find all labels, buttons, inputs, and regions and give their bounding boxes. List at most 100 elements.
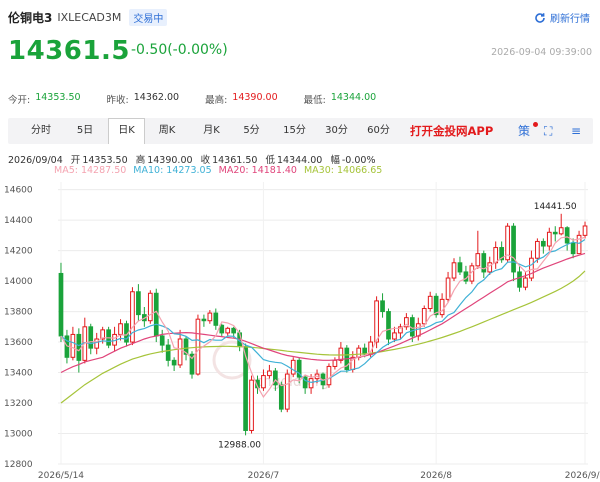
candle-body [475, 253, 481, 267]
y-tick-label: 13600 [4, 338, 33, 348]
tab-2[interactable]: 日K [108, 118, 145, 144]
candle-body [136, 291, 141, 316]
candle-body [290, 359, 296, 375]
candle-body [201, 318, 207, 322]
menu-icon[interactable]: ≡ [571, 118, 581, 144]
candle-body [165, 344, 171, 361]
instrument-code: IXLECAD3M [57, 10, 122, 24]
stat-label: 最低: [303, 95, 326, 106]
candle-body [267, 370, 272, 377]
stat-item: 昨收: 14362.00 [107, 92, 180, 106]
y-tick-label: 13400 [4, 369, 33, 379]
tab-0[interactable]: 分时 [23, 118, 59, 144]
candle-body [511, 225, 516, 273]
candle-body [546, 231, 552, 247]
candle-body [386, 311, 391, 340]
quote-header: 伦铜电3 IXLECAD3M 交易中 刷新行情 14361.5 -0.50(-0… [0, 0, 600, 80]
stat-value: 14353.50 [35, 92, 81, 103]
y-tick-label: 13000 [4, 430, 33, 440]
y-tick-label: 12800 [4, 460, 33, 470]
candle-body [332, 359, 338, 367]
candle-body [445, 277, 451, 300]
candle-body [439, 298, 445, 316]
tab-3[interactable]: 周K [148, 118, 186, 144]
annotation-label: 12988.00 [218, 440, 261, 450]
refresh-label: 刷新行情 [550, 14, 590, 25]
y-tick-label: 14600 [4, 186, 33, 196]
candle-body [380, 300, 385, 313]
candle-body [308, 378, 314, 389]
stat-value: 14390.00 [232, 92, 278, 103]
x-tick-label: 2026/8 [420, 471, 452, 481]
candle-body [529, 257, 534, 279]
instrument-name: 伦铜电3 [8, 10, 53, 25]
price-change: -0.50(-0.00%) [131, 42, 228, 58]
fullscreen-icon[interactable]: ⛶ [544, 118, 552, 144]
ohlc-readout: 2026/09/04 开 14353.50 高 14390.00 收 14361.50… [8, 152, 380, 166]
candle-body [487, 262, 493, 273]
candle-body [493, 247, 499, 264]
stat-item: 最低: 14344.00 [304, 92, 377, 106]
candle-body [326, 365, 332, 386]
strategy-button[interactable]: 策 [518, 118, 530, 144]
ma-legend-item: MA10: 14273.05 [133, 165, 212, 176]
annotation-label: 14441.50 [534, 202, 577, 212]
refresh-button[interactable]: 刷新行情 [534, 10, 590, 25]
candle-body [70, 333, 76, 358]
tab-4[interactable]: 月K [193, 118, 230, 144]
candle-body [338, 347, 344, 361]
y-tick-label: 14200 [4, 247, 33, 257]
refresh-icon [535, 12, 545, 23]
candle-body [249, 379, 254, 431]
candle-body [451, 262, 457, 279]
stats-row: 今开: 14353.50 昨收: 14362.00 最高: 14390.00 最低: 1434… [8, 92, 592, 106]
candle-body [213, 312, 219, 326]
stat-item: 最高: 14390.00 [205, 92, 278, 106]
candle-body [457, 262, 463, 273]
candle-body [582, 225, 588, 236]
candle-body [177, 338, 183, 366]
open-app-link[interactable]: 打开金投网APP [410, 118, 493, 144]
tab-8[interactable]: 60分 [360, 118, 397, 144]
candle-body [118, 323, 123, 335]
candle-body [207, 312, 213, 322]
title-row: 伦铜电3 IXLECAD3M 交易中 [8, 8, 168, 26]
notification-dot [533, 122, 538, 127]
candle-body [564, 227, 570, 244]
stat-label: 最高: [205, 95, 228, 106]
candle-body [427, 295, 433, 310]
quote-time: 2026-09-04 09:39:00 [491, 47, 592, 58]
x-tick-label: 2026/5/14 [38, 471, 84, 481]
candle-body [58, 272, 64, 337]
candle-body [171, 359, 177, 366]
candle-body [231, 327, 237, 334]
stat-label: 昨收: [106, 95, 129, 106]
y-tick-label: 14000 [4, 277, 33, 287]
status-badge: 交易中 [129, 8, 168, 26]
candle-body [517, 271, 522, 288]
tab-1[interactable]: 5日 [70, 118, 100, 144]
candle-body [540, 240, 546, 247]
candle-body [558, 227, 564, 235]
period-tabbar: 分时 5日 日K 周K 月K 5分 15分 30分 60分 打开金投网APP 策 ⛶ ≡ [8, 118, 593, 144]
y-tick-label: 14400 [4, 216, 33, 226]
stat-label: 今开: [8, 95, 31, 106]
y-tick-label: 13200 [4, 399, 33, 409]
candle-body [552, 231, 558, 235]
candle-body [374, 300, 379, 343]
tab-7[interactable]: 30分 [318, 118, 355, 144]
candle-body [88, 326, 94, 349]
tab-6[interactable]: 15分 [276, 118, 313, 144]
kline-chart[interactable]: 12800 13000 13200 13400 13600 13800 14000 14200… [0, 176, 600, 482]
stat-value: 14344.00 [330, 92, 377, 103]
candle-body [76, 333, 82, 361]
tab-5[interactable]: 5分 [235, 118, 268, 144]
ma-legend-item: MA30: 14066.65 [303, 165, 383, 176]
candle-body [159, 335, 165, 346]
ma-legend-item: MA20: 14181.40 [218, 165, 297, 176]
x-tick-label: 2026/9/4 [565, 471, 600, 481]
last-price: 14361.5 [8, 36, 130, 66]
ma-legend-item: MA5: 14287.50 [54, 165, 127, 176]
candle-body [284, 373, 290, 410]
candle-body [523, 277, 528, 288]
